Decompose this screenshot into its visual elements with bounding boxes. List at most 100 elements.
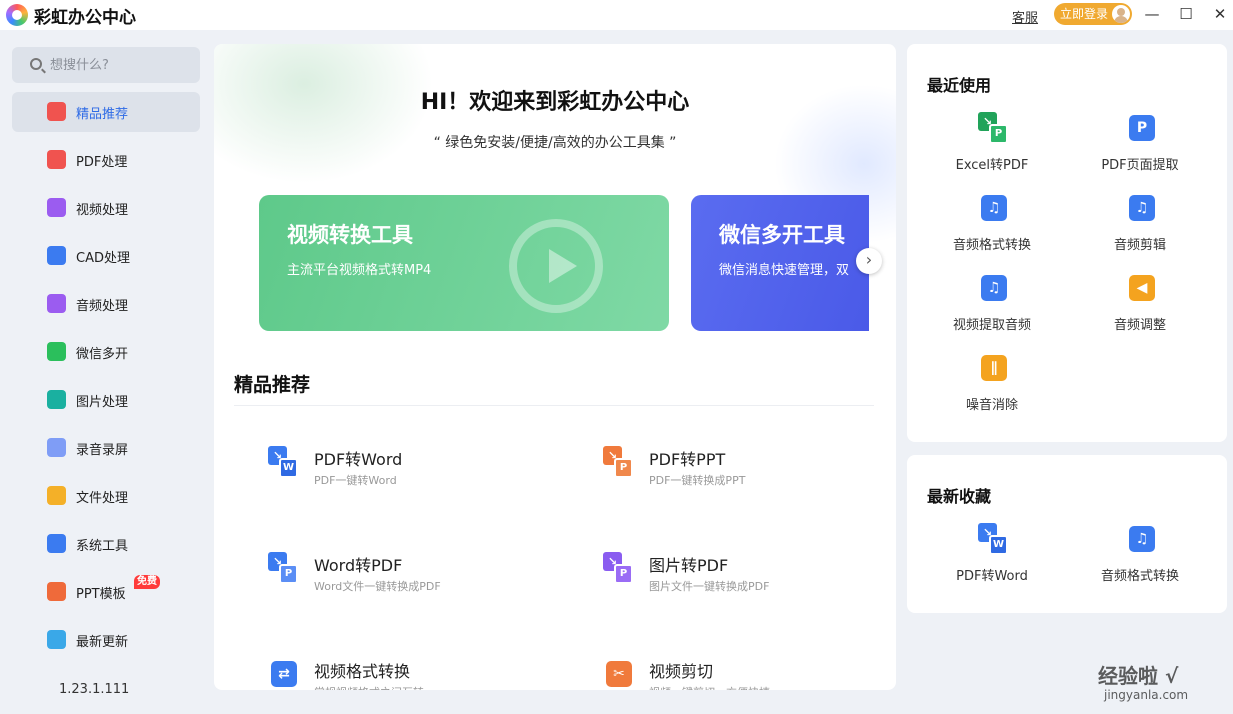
word-pdf-icon: ↘ P: [268, 552, 298, 584]
banner-subtitle: 微信消息快速管理，双: [719, 263, 850, 278]
sidebar-item-label: 音频处理: [76, 299, 129, 314]
title-bar: 彩虹办公中心 客服 立即登录 — ☐ ✕: [0, 0, 1233, 30]
thumbs-up-icon: [47, 102, 66, 121]
pdf-word-icon: ↘ W: [978, 523, 1008, 555]
version-label: 1.23.1.111: [59, 682, 130, 697]
avatar: [1112, 5, 1130, 23]
sidebar-item[interactable]: 文件处理: [12, 476, 200, 516]
sidebar-item[interactable]: 微信多开: [12, 332, 200, 372]
tool-title: 图片转PDF: [649, 556, 729, 575]
favorite-item[interactable]: ↘ W PDF转Word: [927, 523, 1057, 584]
sidebar-item-label: PDF处理: [76, 155, 128, 170]
recent-title: 最近使用: [927, 76, 992, 95]
main-panel: HI！欢迎来到彩虹办公中心 “ 绿色免安装/便捷/高效的办公工具集 ” 视频转换…: [214, 44, 896, 690]
divider: [234, 405, 874, 406]
recent-item[interactable]: ♫ 音频剪辑: [1075, 192, 1205, 253]
welcome-subtitle: “ 绿色免安装/便捷/高效的办公工具集 ”: [433, 135, 677, 151]
tool-desc: 图片文件一键转换成PDF: [649, 580, 770, 593]
sidebar-item-label: 录音录屏: [76, 443, 129, 458]
recent-item-label: 音频剪辑: [1113, 238, 1166, 253]
music-icon: [47, 294, 66, 313]
cad-icon: [47, 246, 66, 265]
sidebar-item-label: 系统工具: [76, 539, 129, 554]
sidebar-item[interactable]: 精品推荐: [12, 92, 200, 132]
favorite-item-label: 音频格式转换: [1100, 569, 1179, 584]
tool-card[interactable]: ↘ W PDF转Word PDF一键转Word: [268, 446, 568, 496]
tool-card[interactable]: ✂ 视频剪切视频一键剪切，方便快捷: [603, 658, 896, 690]
sidebar-item-label: CAD处理: [76, 251, 130, 266]
recent-item-label: 音频格式转换: [952, 238, 1031, 253]
sidebar-item-label: PPT模板: [76, 587, 126, 602]
app-title: 彩虹办公中心: [34, 8, 136, 28]
tool-title: Word转PDF: [314, 556, 403, 575]
folder-icon: [47, 486, 66, 505]
sidebar-item[interactable]: 录音录屏: [12, 428, 200, 468]
favorites-panel: 最新收藏 ↘ W PDF转Word ♫ 音频格式转换: [907, 455, 1227, 613]
sidebar-item[interactable]: PDF处理: [12, 140, 200, 180]
sidebar-item-label: 文件处理: [76, 491, 129, 506]
search-box[interactable]: [12, 47, 200, 83]
tool-desc: 常规视频格式之间互转: [314, 684, 424, 690]
tool-desc: PDF一键转换成PPT: [649, 474, 746, 487]
close-button[interactable]: ✕: [1208, 2, 1232, 26]
welcome-title: HI！欢迎来到彩虹办公中心: [420, 90, 690, 115]
video-cut-icon: ✂: [603, 658, 633, 690]
recent-item[interactable]: ∥ 噪音消除: [927, 352, 1057, 413]
video-icon: [47, 198, 66, 217]
minimize-button[interactable]: —: [1140, 2, 1164, 26]
favorite-item[interactable]: ♫ 音频格式转换: [1075, 523, 1205, 584]
recent-item[interactable]: ♫ 视频提取音频: [927, 272, 1057, 333]
video-audio-icon: ♫: [978, 272, 1008, 304]
pdf-ppt-icon: ↘ P: [603, 446, 633, 478]
recent-item-label: 噪音消除: [965, 398, 1018, 413]
pdf-extract-icon: P: [1126, 112, 1156, 144]
sidebar-item[interactable]: PPT模板 免费: [12, 572, 200, 612]
tool-card[interactable]: ⇄ 视频格式转换常规视频格式之间互转: [268, 658, 568, 690]
sidebar-item-label: 视频处理: [76, 203, 129, 218]
update-icon: [47, 630, 66, 649]
sidebar-item[interactable]: 视频处理: [12, 188, 200, 228]
sidebar-item[interactable]: 图片处理: [12, 380, 200, 420]
favorites-title: 最新收藏: [927, 487, 992, 506]
ppt-icon: [47, 582, 66, 601]
tool-card[interactable]: ↘ P Word转PDF Word文件一键转换成PDF: [268, 552, 568, 602]
banner-subtitle: 主流平台视频格式转MP4: [287, 263, 432, 278]
watermark-url: jingyanla.com: [1104, 688, 1189, 702]
tool-desc: PDF一键转Word: [314, 474, 397, 487]
chevron-right-icon[interactable]: ›: [856, 248, 882, 274]
sidebar-item[interactable]: 系统工具: [12, 524, 200, 564]
pdf-icon: [47, 150, 66, 169]
recent-item[interactable]: P PDF页面提取: [1075, 112, 1205, 173]
tool-title: PDF转Word: [314, 450, 403, 469]
customer-service-link[interactable]: 客服: [1012, 7, 1038, 26]
tool-card[interactable]: ↘ P PDF转PPT PDF一键转换成PPT: [603, 446, 896, 496]
recent-item-label: 视频提取音频: [952, 318, 1031, 333]
tool-desc: Word文件一键转换成PDF: [314, 580, 441, 593]
recent-item-label: PDF页面提取: [1101, 158, 1179, 173]
tool-card[interactable]: ↘ P 图片转PDF 图片文件一键转换成PDF: [603, 552, 896, 602]
gear-icon: [47, 534, 66, 553]
recent-item[interactable]: ◀ 音频调整: [1075, 272, 1205, 333]
banner-video-convert[interactable]: 视频转换工具 主流平台视频格式转MP4: [259, 195, 669, 331]
sidebar-item[interactable]: 音频处理: [12, 284, 200, 324]
sidebar-item-label: 精品推荐: [76, 107, 129, 122]
video-fmt-icon: ⇄: [268, 658, 298, 690]
maximize-button[interactable]: ☐: [1174, 2, 1198, 26]
login-button[interactable]: 立即登录: [1054, 3, 1132, 25]
recent-item[interactable]: ♫ 音频格式转换: [927, 192, 1057, 253]
tool-desc: 视频一键剪切，方便快捷: [649, 684, 770, 690]
banner-wechat-multi[interactable]: 微信多开工具 微信消息快速管理，双: [691, 195, 869, 331]
banner-title: 微信多开工具: [719, 223, 845, 247]
recent-item[interactable]: ↘ P Excel转PDF: [927, 112, 1057, 173]
sidebar-item[interactable]: 最新更新: [12, 620, 200, 660]
microphone-icon: [47, 438, 66, 457]
audio-fmt-icon: ♫: [978, 192, 1008, 224]
sidebar-item-label: 微信多开: [76, 347, 129, 362]
sidebar-item[interactable]: CAD处理: [12, 236, 200, 276]
watermark: 经验啦 √: [1098, 664, 1179, 688]
noise-icon: ∥: [978, 352, 1008, 384]
search-input[interactable]: [50, 55, 190, 75]
play-convert-icon: [509, 219, 603, 313]
section-title: 精品推荐: [234, 374, 311, 396]
img-pdf-icon: ↘ P: [603, 552, 633, 584]
